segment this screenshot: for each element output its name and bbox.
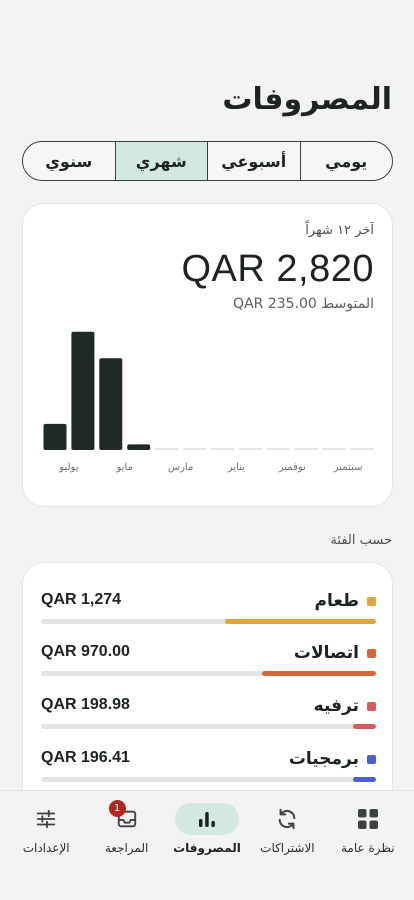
- chart-month-label: مارس: [168, 462, 193, 473]
- page-title: المصروفات: [222, 82, 392, 117]
- chart-bar-empty: [183, 448, 206, 450]
- category-row-software[interactable]: برمجيات QAR 196.41: [41, 749, 376, 789]
- category-color-dot: [367, 596, 376, 606]
- category-row-food[interactable]: طعام QAR 1,274: [41, 591, 376, 631]
- category-color-dot: [367, 701, 376, 711]
- chart-month-label: مايو: [116, 462, 133, 473]
- tab-review[interactable]: 1 المراجعة: [86, 791, 166, 900]
- tab-subscriptions[interactable]: الاشتراكات: [247, 791, 327, 900]
- chart-month-label: سبتمبر: [333, 462, 363, 473]
- tab-overview[interactable]: نظرة عامة: [328, 791, 408, 900]
- refresh-icon: [279, 808, 296, 830]
- chart-bar: [71, 331, 95, 450]
- category-progress-fill: [225, 619, 376, 624]
- category-row-entertainment[interactable]: ترفيه QAR 198.98: [41, 696, 376, 736]
- category-progress-fill: [352, 724, 376, 729]
- tab-label: الإعدادات: [22, 841, 70, 855]
- tab-label: نظرة عامة: [341, 841, 395, 855]
- category-card: طعام QAR 1,274 اتصالات QAR 970.00 ترفيه …: [22, 562, 393, 812]
- bottom-tab-bar: نظرة عامة الاشتراكات المصروفات 1 المراجع…: [0, 790, 414, 900]
- category-amount: QAR 196.41: [41, 749, 130, 766]
- chart-bar: [43, 423, 67, 450]
- sliders-icon: [37, 809, 56, 829]
- chart-month-label: نوفمبر: [278, 462, 306, 473]
- category-progress-fill: [352, 777, 376, 782]
- category-name: اتصالات: [293, 643, 359, 663]
- tab-label: الاشتراكات: [260, 841, 315, 855]
- category-amount: QAR 1,274: [41, 591, 122, 608]
- tab-expenses[interactable]: المصروفات: [167, 791, 247, 900]
- category-name: طعام: [314, 591, 359, 611]
- category-progress-track: [41, 724, 376, 729]
- chart-bar-empty: [211, 448, 234, 450]
- chart-bar: [99, 358, 123, 450]
- chart-bar-empty: [322, 448, 346, 450]
- category-amount: QAR 198.98: [41, 696, 130, 713]
- category-amount: QAR 970.00: [41, 643, 130, 660]
- chart-month-label: يوليو: [58, 462, 78, 473]
- grid-icon: [357, 809, 378, 829]
- category-progress-fill: [262, 671, 376, 676]
- period-selector: يومي أسبوعي شهري سنوي: [22, 141, 393, 181]
- category-color-dot: [367, 754, 376, 764]
- period-label: آخر ١٢ شهراً: [305, 223, 374, 238]
- chart-month-label: يناير: [227, 462, 245, 473]
- tab-settings[interactable]: الإعدادات: [6, 791, 86, 900]
- period-yearly-button[interactable]: سنوي: [23, 142, 115, 180]
- chart-bar-empty: [294, 448, 318, 450]
- category-progress-track: [41, 619, 376, 624]
- section-label-by-category: حسب الفئة: [330, 533, 392, 548]
- category-name: برمجيات: [288, 749, 359, 769]
- category-row-telecom[interactable]: اتصالات QAR 970.00: [41, 643, 376, 683]
- chart-bar-empty: [266, 448, 290, 450]
- category-progress-track: [41, 777, 376, 782]
- period-monthly-button[interactable]: شهري: [114, 142, 207, 180]
- total-amount: QAR 2,820: [181, 248, 374, 290]
- monthly-bar-chart: سبتمبر نوفمبر يناير مارس مايو يوليو: [43, 331, 374, 473]
- chart-bar: [127, 444, 151, 450]
- period-daily-button[interactable]: يومي: [299, 142, 393, 180]
- tab-label: المراجعة: [104, 841, 149, 855]
- chart-bar-empty: [350, 448, 374, 450]
- category-color-dot: [367, 648, 376, 658]
- chart-bar-empty: [238, 448, 262, 450]
- bar-chart-icon: [198, 812, 215, 827]
- summary-card: آخر ١٢ شهراً QAR 2,820 المتوسط QAR 235.0…: [22, 203, 393, 507]
- tab-label: المصروفات: [173, 841, 241, 855]
- review-count-badge: 1: [108, 800, 126, 817]
- chart-bar-empty: [155, 448, 179, 450]
- category-name: ترفيه: [313, 696, 359, 716]
- category-progress-track: [41, 671, 376, 676]
- average-amount: المتوسط QAR 235.00: [233, 296, 374, 312]
- period-weekly-button[interactable]: أسبوعي: [207, 142, 300, 180]
